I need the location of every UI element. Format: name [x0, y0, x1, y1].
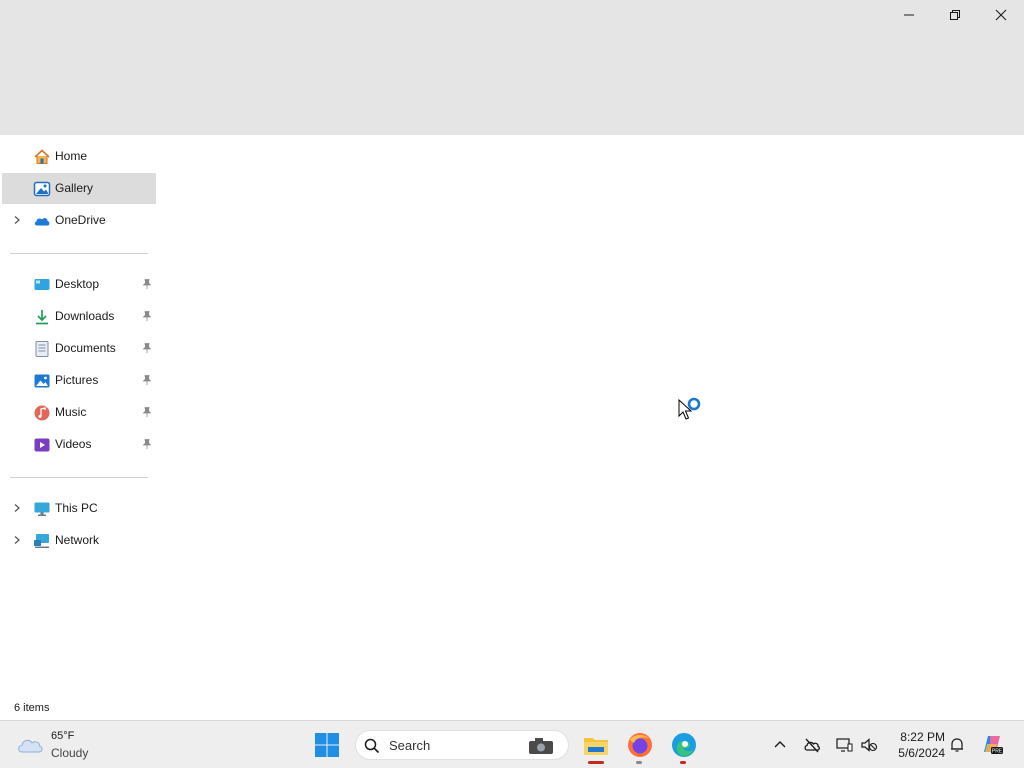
minimize-icon — [904, 14, 914, 16]
volume-muted-icon[interactable] — [860, 736, 878, 754]
pin-icon[interactable] — [141, 310, 153, 322]
taskbar: 65°F Cloudy Search 8:22 PM 5/6/2024 PRE — [0, 720, 1024, 768]
gallery-icon — [33, 180, 51, 198]
taskbar-clock[interactable]: 8:22 PM 5/6/2024 — [889, 729, 945, 761]
svg-text:PRE: PRE — [992, 749, 1003, 755]
search-icon — [364, 738, 380, 754]
nav-item-desktop[interactable]: Desktop — [2, 269, 156, 300]
windows-start-icon[interactable] — [312, 730, 342, 760]
firefox-icon[interactable] — [625, 730, 655, 760]
restore-button[interactable] — [932, 0, 978, 30]
nav-separator — [10, 477, 148, 478]
chevron-right-icon[interactable] — [12, 503, 22, 513]
downloads-icon — [33, 308, 51, 326]
nav-item-pictures[interactable]: Pictures — [2, 365, 156, 396]
chevron-up-icon[interactable] — [771, 736, 789, 754]
nav-item-network[interactable]: Network — [2, 525, 156, 556]
nav-label: Videos — [55, 437, 92, 451]
close-button[interactable] — [978, 0, 1024, 30]
pin-icon[interactable] — [141, 374, 153, 386]
network-tray-icon[interactable] — [835, 736, 853, 754]
pin-icon[interactable] — [141, 406, 153, 418]
this-pc-icon — [33, 500, 51, 518]
weather-temperature: 65°F — [51, 730, 75, 742]
weather-condition: Cloudy — [51, 746, 89, 760]
music-icon — [33, 404, 51, 422]
chevron-right-icon[interactable] — [12, 535, 22, 545]
title-bar — [0, 0, 1024, 135]
app-running-indicator — [636, 761, 642, 764]
onedrive-icon — [33, 212, 51, 230]
nav-item-this-pc[interactable]: This PC — [2, 493, 156, 524]
taskbar-search-box[interactable]: Search — [355, 730, 569, 760]
nav-separator — [10, 253, 148, 254]
onedrive-offline-icon[interactable] — [803, 736, 821, 754]
pin-icon[interactable] — [141, 278, 153, 290]
cloud-icon — [18, 739, 43, 753]
nav-item-downloads[interactable]: Downloads — [2, 301, 156, 332]
nav-item-music[interactable]: Music — [2, 397, 156, 428]
home-icon — [33, 148, 51, 166]
close-icon — [995, 9, 1007, 21]
clock-time: 8:22 PM — [900, 730, 945, 744]
desktop-icon — [33, 276, 51, 294]
pin-icon[interactable] — [141, 342, 153, 354]
network-icon — [33, 532, 51, 550]
nav-label: Downloads — [55, 309, 115, 323]
file-explorer-icon[interactable] — [581, 730, 611, 760]
pin-icon[interactable] — [141, 438, 153, 450]
nav-label: Network — [55, 533, 100, 547]
documents-icon — [33, 340, 51, 358]
window-controls — [886, 0, 1024, 30]
restore-icon — [950, 10, 960, 20]
clock-date: 5/6/2024 — [898, 746, 945, 760]
nav-label: Pictures — [55, 373, 99, 387]
search-label: Search — [389, 738, 431, 753]
nav-label: This PC — [55, 501, 98, 515]
weather-widget[interactable]: 65°F Cloudy — [16, 729, 126, 761]
active-app-indicator — [588, 761, 604, 764]
notification-bell-icon[interactable] — [948, 736, 966, 754]
nav-item-documents[interactable]: Documents — [2, 333, 156, 364]
busy-cursor-icon — [678, 397, 701, 420]
nav-label: OneDrive — [55, 213, 106, 227]
minimize-button[interactable] — [886, 0, 932, 30]
edge-icon[interactable] — [669, 730, 699, 760]
nav-item-gallery[interactable]: Gallery — [2, 173, 156, 204]
nav-item-home[interactable]: Home — [2, 141, 156, 172]
nav-label: Desktop — [55, 277, 100, 291]
search-highlight-icon — [529, 738, 553, 754]
pictures-icon — [33, 372, 51, 390]
app-running-indicator — [680, 761, 686, 764]
nav-item-onedrive[interactable]: OneDrive — [2, 205, 156, 236]
nav-label: Music — [55, 405, 87, 419]
chevron-right-icon[interactable] — [12, 215, 22, 225]
nav-label: Documents — [55, 341, 116, 355]
nav-item-videos[interactable]: Videos — [2, 429, 156, 460]
copilot-icon[interactable]: PRE — [980, 732, 1004, 756]
nav-label: Gallery — [55, 181, 94, 195]
navigation-pane: Home Gallery OneDrive Desktop Downloads … — [0, 135, 160, 698]
status-item-count: 6 items — [14, 702, 50, 714]
nav-label: Home — [55, 149, 88, 163]
videos-icon — [33, 436, 51, 454]
